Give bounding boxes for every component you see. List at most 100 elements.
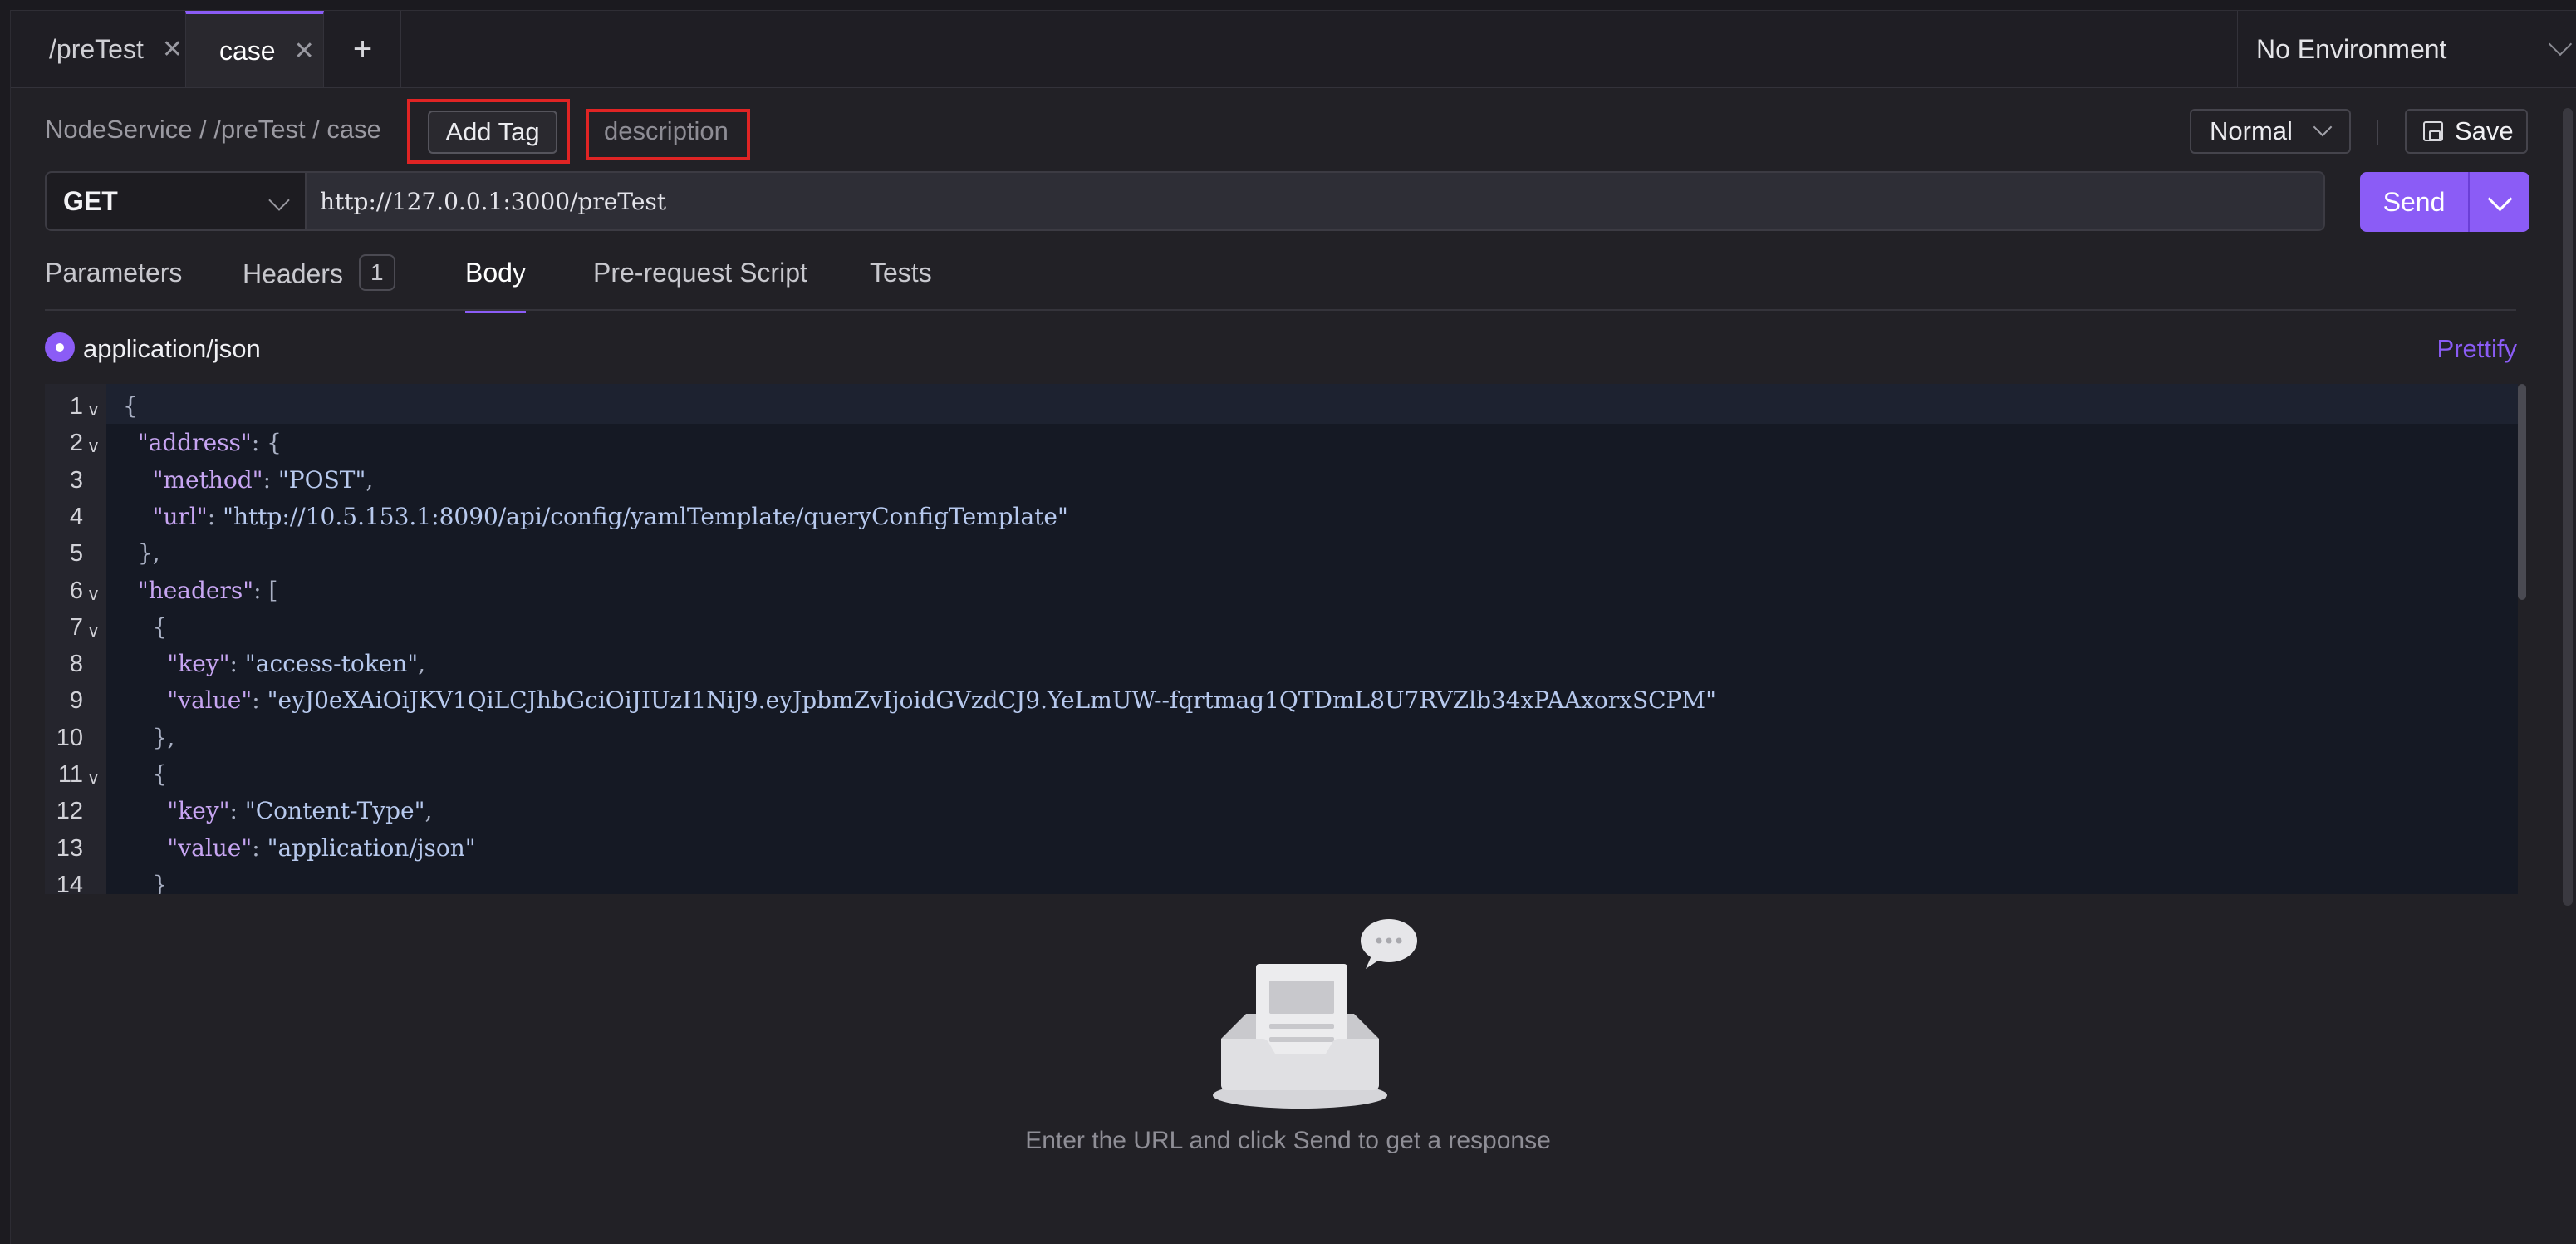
send-button-group: Send xyxy=(2360,172,2529,232)
json-punctuation: , xyxy=(366,465,374,494)
json-colon: : xyxy=(251,429,267,457)
tab-pre-request-script[interactable]: Pre-request Script xyxy=(593,258,807,309)
json-key: "headers" xyxy=(137,576,254,604)
request-tab-bar: /preTest ✕ case ✕ + No Environment xyxy=(11,11,2576,88)
tab-pretest[interactable]: /preTest ✕ xyxy=(27,11,185,87)
chevron-down-icon xyxy=(2313,117,2333,137)
send-options-button[interactable] xyxy=(2470,172,2529,232)
json-key: "value" xyxy=(167,686,253,715)
tab-parameters[interactable]: Parameters xyxy=(45,258,182,309)
json-punctuation: }, xyxy=(137,539,160,568)
add-tag-button[interactable]: Add Tag xyxy=(428,111,557,154)
fold-toggle-icon[interactable]: v xyxy=(89,391,98,428)
page-scrollbar[interactable] xyxy=(2563,108,2573,906)
code-line: 2v "address": { xyxy=(45,425,2518,461)
close-icon[interactable]: ✕ xyxy=(294,37,315,66)
mode-select[interactable]: Normal xyxy=(2190,109,2351,154)
tab-headers[interactable]: Headers 1 xyxy=(243,254,395,309)
code-text: "key": "access-token", xyxy=(123,646,425,682)
empty-inbox-illustration xyxy=(1213,919,1417,1109)
code-text: "method": "POST", xyxy=(123,462,374,499)
window-top-edge xyxy=(0,0,2576,11)
code-line: 3 "method": "POST", xyxy=(45,462,2518,499)
json-value: "Content-Type" xyxy=(244,797,425,825)
code-text: "value": "eyJ0eXAiOiJKV1QiLCJhbGciOiJIUz… xyxy=(123,682,1716,719)
toolbar-divider xyxy=(2377,120,2378,145)
save-icon xyxy=(2423,121,2443,141)
tab-case[interactable]: case ✕ xyxy=(185,11,324,87)
line-number: 2 xyxy=(69,430,83,457)
environment-value: No Environment xyxy=(2256,33,2447,64)
save-button[interactable]: Save xyxy=(2405,109,2528,154)
line-number: 11 xyxy=(57,761,83,788)
code-text: "headers": [ xyxy=(123,573,278,609)
description-field[interactable]: description xyxy=(604,116,729,146)
line-number: 8 xyxy=(69,651,83,678)
code-line: 7v { xyxy=(45,609,2518,646)
line-number: 10 xyxy=(56,724,83,751)
new-tab-button[interactable]: + xyxy=(325,11,401,87)
method-select[interactable]: GET xyxy=(45,171,305,231)
url-value: http://127.0.0.1:3000/preTest xyxy=(320,187,667,215)
code-text: }, xyxy=(123,535,160,572)
send-button[interactable]: Send xyxy=(2360,172,2468,232)
prettify-button[interactable]: Prettify xyxy=(2437,334,2517,364)
json-key: "method" xyxy=(152,465,263,494)
code-text: { xyxy=(123,609,168,646)
json-punctuation: }, xyxy=(152,723,175,751)
code-line: 10 }, xyxy=(45,720,2518,756)
code-text: "url": "http://10.5.153.1:8090/api/confi… xyxy=(123,499,1068,535)
json-key: "url" xyxy=(152,502,208,530)
json-punctuation: [ xyxy=(268,576,278,604)
json-value: "http://10.5.153.1:8090/api/config/yamlT… xyxy=(223,502,1068,530)
fold-toggle-icon[interactable]: v xyxy=(89,428,98,465)
line-number: 1 xyxy=(69,393,83,420)
fold-toggle-icon[interactable]: v xyxy=(89,576,98,612)
code-line: 12 "key": "Content-Type", xyxy=(45,793,2518,829)
json-colon: : xyxy=(252,686,267,715)
chevron-down-icon xyxy=(268,189,290,211)
editor-scrollbar[interactable] xyxy=(2518,384,2526,600)
mode-value: Normal xyxy=(2210,116,2293,145)
line-number: 6 xyxy=(69,577,83,604)
json-punctuation: { xyxy=(152,612,168,641)
content-type-radio[interactable] xyxy=(45,332,75,362)
code-line: 6v "headers": [ xyxy=(45,573,2518,609)
line-number: 12 xyxy=(56,798,83,825)
url-input[interactable]: http://127.0.0.1:3000/preTest xyxy=(305,171,2325,231)
code-line: 13 "value": "application/json" xyxy=(45,830,2518,867)
tab-tests[interactable]: Tests xyxy=(870,258,932,309)
method-value: GET xyxy=(63,185,118,216)
fold-toggle-icon[interactable]: v xyxy=(89,760,98,796)
tabs-divider xyxy=(45,309,2516,311)
tab-body[interactable]: Body xyxy=(465,258,526,313)
line-number: 13 xyxy=(56,834,83,862)
line-number: 3 xyxy=(69,466,83,494)
body-code-editor[interactable]: 1 v{2 v "address": {3 "method": "POST", 4 "… xyxy=(45,384,2518,894)
json-punctuation: , xyxy=(424,797,433,825)
chevron-down-icon xyxy=(2487,186,2513,212)
tab-label: /preTest xyxy=(49,33,144,64)
environment-select[interactable]: No Environment xyxy=(2237,11,2576,87)
json-colon: : xyxy=(252,833,267,862)
content-type-label: application/json xyxy=(83,334,261,363)
json-punctuation: } xyxy=(152,870,168,894)
line-number: 9 xyxy=(69,687,83,715)
chevron-down-icon xyxy=(2548,32,2573,57)
code-line: 5 }, xyxy=(45,535,2518,572)
json-colon: : xyxy=(253,576,269,604)
close-icon[interactable]: ✕ xyxy=(162,35,183,64)
code-line: 1 v { xyxy=(45,388,2518,425)
code-line: 4 "url": "http://10.5.153.1:8090/api/con… xyxy=(45,499,2518,535)
fold-toggle-icon[interactable]: v xyxy=(89,612,98,649)
json-key: "key" xyxy=(167,650,230,678)
line-number: 5 xyxy=(69,540,83,568)
tab-label: case xyxy=(219,35,276,66)
